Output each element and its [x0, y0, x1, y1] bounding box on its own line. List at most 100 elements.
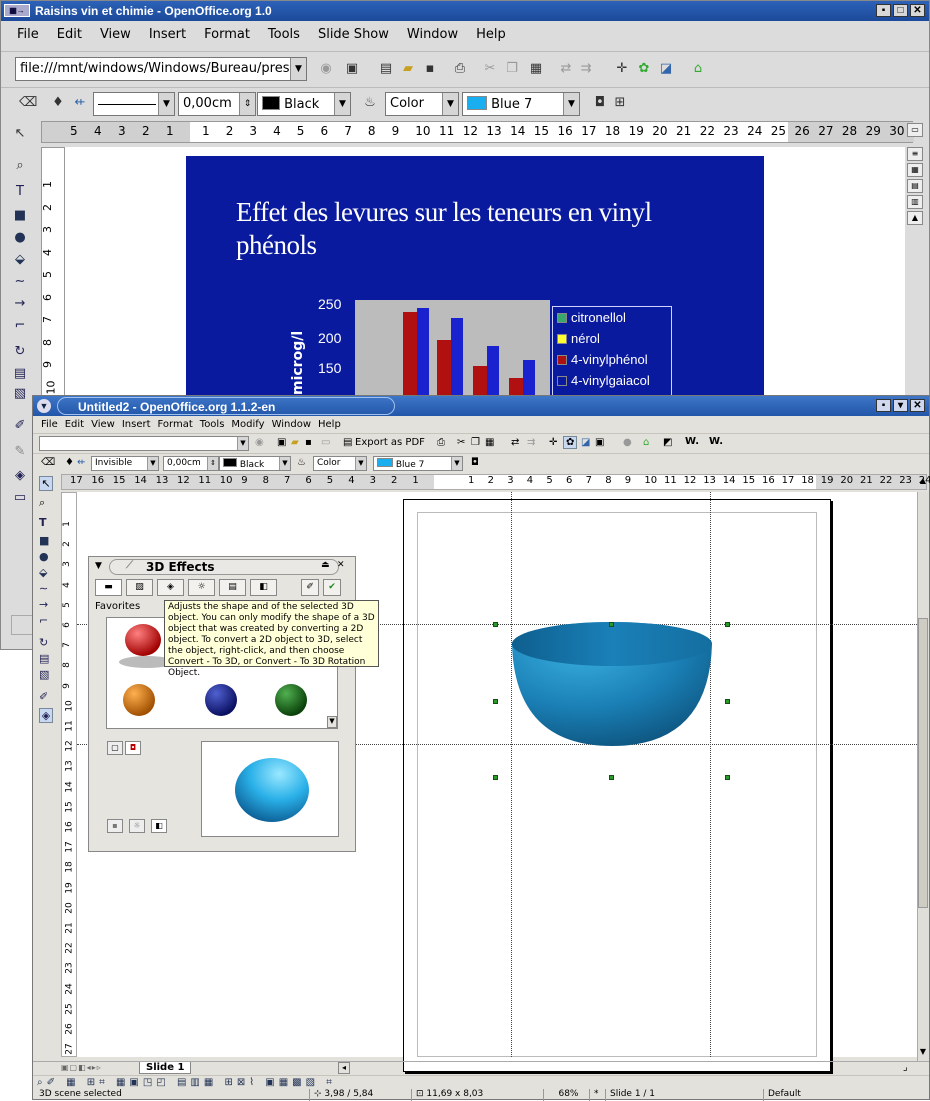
- selection-handle[interactable]: [493, 775, 498, 780]
- slides-view-icon[interactable]: ▦: [907, 163, 923, 177]
- copy-icon[interactable]: ❐: [471, 437, 480, 448]
- minimize-button[interactable]: ▪: [876, 399, 891, 412]
- effects-icon[interactable]: ✐: [11, 417, 29, 435]
- menu-tools[interactable]: Tools: [198, 417, 230, 433]
- favorite-sphere-red[interactable]: [125, 624, 161, 656]
- assign-check-icon[interactable]: ✔: [323, 579, 341, 596]
- image-icon[interactable]: ⌂: [643, 437, 649, 448]
- copy-icon[interactable]: ❐: [503, 60, 521, 78]
- line-width-field[interactable]: 0,00cm ⇕: [163, 456, 219, 471]
- print-icon[interactable]: ⎙: [437, 437, 445, 448]
- 3d-object-icon[interactable]: ⬙: [11, 251, 29, 269]
- gallery-scroll-icon[interactable]: ▼: [327, 716, 337, 728]
- menu-format[interactable]: Format: [196, 23, 260, 47]
- menu-format[interactable]: Format: [156, 417, 198, 433]
- menu-edit[interactable]: Edit: [63, 417, 89, 433]
- scroll-up-icon[interactable]: ▲: [917, 476, 929, 490]
- tab-slide-1[interactable]: Slide 1: [139, 1062, 192, 1074]
- paste-icon[interactable]: ▦: [527, 60, 545, 78]
- curve-tool-icon[interactable]: ∼: [39, 582, 48, 595]
- maximize-button[interactable]: □: [893, 4, 908, 17]
- transform-icon[interactable]: ⊞: [611, 94, 629, 112]
- snap-guide-vertical[interactable]: [511, 492, 512, 1057]
- selection-handle[interactable]: [725, 699, 730, 704]
- outline-view-icon[interactable]: ≡: [907, 147, 923, 161]
- open-folder-icon[interactable]: ▰: [399, 60, 417, 78]
- menu-help[interactable]: Help: [316, 417, 346, 433]
- edit-file-icon[interactable]: ▣: [343, 60, 361, 78]
- zoom-icon[interactable]: ⌕: [11, 157, 29, 175]
- zoom-icon[interactable]: ⌕: [39, 496, 45, 510]
- select-arrow-icon[interactable]: ↖: [39, 476, 53, 491]
- menu-slide-show[interactable]: Slide Show: [310, 23, 399, 47]
- selection-handle[interactable]: [493, 699, 498, 704]
- selection-handle[interactable]: [493, 622, 498, 627]
- ellipse-tool-icon[interactable]: ●: [11, 229, 29, 247]
- vertical-scrollbar-thumb[interactable]: [918, 618, 928, 908]
- effects-icon[interactable]: ✐: [39, 690, 48, 703]
- undo-icon[interactable]: ⇄: [557, 60, 575, 78]
- chevron-down-icon[interactable]: ▼: [290, 58, 306, 80]
- export-pdf-button[interactable]: Export as PDF: [355, 437, 425, 448]
- interaction-icon[interactable]: ✎: [11, 443, 29, 461]
- ellipse-tool-icon[interactable]: ●: [39, 550, 49, 563]
- shade-icon[interactable]: ⏏: [321, 560, 330, 570]
- menu-view[interactable]: View: [89, 417, 120, 433]
- object-bar-icon[interactable]: ⌫: [41, 457, 55, 468]
- illumination-tab-icon[interactable]: ◈: [157, 579, 184, 596]
- cut-icon[interactable]: ✂: [481, 60, 499, 78]
- chart-icon[interactable]: ◩: [663, 437, 672, 448]
- cut-icon[interactable]: ✂: [457, 437, 465, 448]
- redo-icon[interactable]: ⇉: [577, 60, 595, 78]
- writer-icon[interactable]: W.: [685, 436, 699, 447]
- handout-view-icon[interactable]: ▥: [907, 195, 923, 209]
- chevron-down-icon[interactable]: ▼: [237, 437, 248, 450]
- scroll-left-icon[interactable]: ◂: [338, 1062, 350, 1074]
- drawing-view-icon[interactable]: ▭: [907, 123, 923, 137]
- line-style-combo[interactable]: ▼: [93, 92, 175, 116]
- line-tool-icon[interactable]: →: [11, 295, 29, 313]
- writer-web-icon[interactable]: W.: [709, 436, 723, 447]
- alignment-icon[interactable]: ▤: [39, 652, 49, 665]
- paste-icon[interactable]: ▦: [485, 437, 494, 448]
- url-combo[interactable]: file:///mnt/windows/Windows/Bureau/prese…: [15, 57, 307, 81]
- close-button[interactable]: ✕: [910, 4, 925, 17]
- chevron-down-icon[interactable]: ▼: [147, 457, 158, 470]
- 3d-controller-icon[interactable]: ◈: [39, 708, 53, 723]
- menu-window[interactable]: Window: [399, 23, 468, 47]
- menu-file[interactable]: File: [39, 417, 63, 433]
- menu-view[interactable]: View: [92, 23, 141, 47]
- drawing-bar-icons[interactable]: ⌕✐ ▦ ⊞⌗ ▦▣◳◰ ▤▥▦ ⊞⊠⌇ ▣▦▩▧ ⌗: [37, 1077, 336, 1088]
- print-icon[interactable]: ⎙: [451, 60, 469, 78]
- spin-icon[interactable]: ⇕: [207, 457, 218, 470]
- 3d-effects-titlebar[interactable]: ▼ ⟋ 3D Effects ⏏ ✕: [89, 557, 355, 577]
- edit-icon[interactable]: ▭: [321, 437, 330, 448]
- stylist-icon[interactable]: ✿: [563, 436, 578, 449]
- line-tool-icon[interactable]: →: [39, 598, 48, 611]
- rotate-icon[interactable]: ↻: [11, 343, 29, 361]
- favorite-sphere-green[interactable]: [275, 684, 307, 716]
- url-combo[interactable]: ▼: [39, 436, 249, 451]
- image-icon[interactable]: ⌂: [689, 60, 707, 78]
- stylist-icon[interactable]: ✿: [635, 60, 653, 78]
- area-style-combo[interactable]: Color ▼: [385, 92, 459, 116]
- text-tool-icon[interactable]: T: [11, 183, 29, 201]
- pdf-icon[interactable]: ▤: [343, 437, 352, 448]
- area-color-combo[interactable]: Blue 7 ▼: [462, 92, 580, 116]
- text-tool-icon[interactable]: T: [39, 516, 47, 529]
- scroll-up-icon[interactable]: ▲: [907, 211, 923, 225]
- spin-icon[interactable]: ⇕: [239, 93, 255, 115]
- menu-insert[interactable]: Insert: [120, 417, 156, 433]
- object-bar-icon[interactable]: ⌫: [19, 94, 37, 112]
- record-icon[interactable]: ●: [623, 437, 632, 448]
- close-button[interactable]: ✕: [910, 399, 925, 412]
- chevron-down-icon[interactable]: ▼: [334, 93, 350, 115]
- selection-handle[interactable]: [609, 622, 614, 627]
- stop-icon[interactable]: ◉: [255, 437, 264, 448]
- scroll-down-icon[interactable]: ▼: [917, 1047, 929, 1061]
- back-window-titlebar[interactable]: ▦→ Raisins vin et chimie - OpenOffice.or…: [1, 1, 929, 21]
- favorite-sphere-orange[interactable]: [123, 684, 155, 716]
- save-icon[interactable]: ▪: [421, 60, 439, 78]
- chevron-down-icon[interactable]: ▼: [451, 457, 462, 470]
- app-menu-icon[interactable]: ▦→: [4, 4, 30, 17]
